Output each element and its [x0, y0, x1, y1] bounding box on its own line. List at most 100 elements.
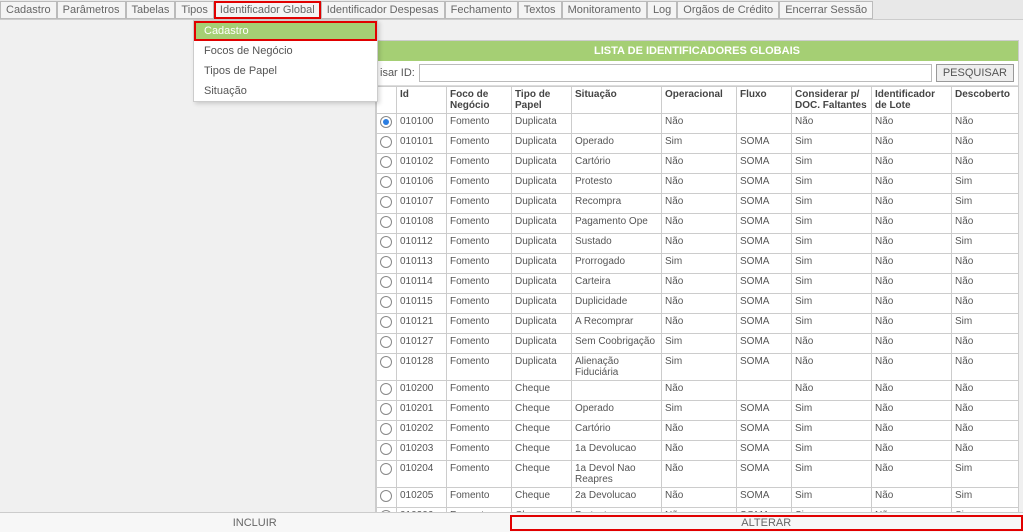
cell: Duplicata: [512, 354, 572, 381]
tab-encerrar-sess-o[interactable]: Encerrar Sessão: [779, 1, 873, 19]
search-button[interactable]: PESQUISAR: [936, 64, 1014, 82]
search-input[interactable]: [419, 64, 932, 82]
cell: 1a Devol Nao Reapres: [572, 461, 662, 488]
cell: Sim: [792, 421, 872, 441]
incluir-button[interactable]: INCLUIR: [0, 517, 510, 529]
cell: SOMA: [737, 194, 792, 214]
cell: Não: [662, 214, 737, 234]
tab-tipos[interactable]: Tipos: [175, 1, 214, 19]
tab-log[interactable]: Log: [647, 1, 677, 19]
cell: Sim: [792, 254, 872, 274]
cell: Sustado: [572, 234, 662, 254]
cell: 010106: [397, 174, 447, 194]
cell: Duplicata: [512, 294, 572, 314]
row-select-radio[interactable]: [380, 316, 392, 328]
col-header: Foco de Negócio: [447, 87, 512, 114]
tab-org-os-de-cr-dito[interactable]: Orgãos de Crédito: [677, 1, 779, 19]
cell: Não: [952, 254, 1019, 274]
cell: Sim: [792, 461, 872, 488]
cell: 010128: [397, 354, 447, 381]
cell: Sim: [662, 334, 737, 354]
cell: 010113: [397, 254, 447, 274]
tab-par-metros[interactable]: Parâmetros: [57, 1, 126, 19]
row-select-radio[interactable]: [380, 423, 392, 435]
row-select-radio[interactable]: [380, 116, 392, 128]
row-select-radio[interactable]: [380, 336, 392, 348]
cell: Cartório: [572, 421, 662, 441]
grid-scroll[interactable]: IdFoco de NegócioTipo de PapelSituaçãoOp…: [376, 86, 1018, 526]
cell: Não: [662, 154, 737, 174]
table-row: 010112FomentoDuplicataSustadoNãoSOMASimN…: [377, 234, 1019, 254]
cell: Não: [872, 314, 952, 334]
col-header: Tipo de Papel: [512, 87, 572, 114]
cell: Não: [662, 274, 737, 294]
list-panel: LISTA DE IDENTIFICADORES GLOBAIS isar ID…: [375, 40, 1019, 527]
cell: Sim: [792, 274, 872, 294]
row-select-radio[interactable]: [380, 256, 392, 268]
tab-monitoramento[interactable]: Monitoramento: [562, 1, 647, 19]
menu-item-focos-de-neg-cio[interactable]: Focos de Negócio: [194, 41, 377, 61]
cell: SOMA: [737, 314, 792, 334]
cell: SOMA: [737, 234, 792, 254]
row-select-radio[interactable]: [380, 276, 392, 288]
cell: Não: [792, 381, 872, 401]
row-select-radio[interactable]: [380, 463, 392, 475]
tab-identificador-global[interactable]: Identificador Global: [214, 1, 321, 19]
cell: Duplicata: [512, 214, 572, 234]
cell: Não: [952, 134, 1019, 154]
cell: SOMA: [737, 488, 792, 508]
cell: Não: [952, 421, 1019, 441]
tab-identificador-despesas[interactable]: Identificador Despesas: [321, 1, 445, 19]
cell: Não: [662, 114, 737, 134]
cell: Fomento: [447, 334, 512, 354]
tab-fechamento[interactable]: Fechamento: [445, 1, 518, 19]
cell: Fomento: [447, 294, 512, 314]
row-select-radio[interactable]: [380, 356, 392, 368]
cell: Fomento: [447, 381, 512, 401]
cell: 010204: [397, 461, 447, 488]
row-select-radio[interactable]: [380, 443, 392, 455]
cell: 010200: [397, 381, 447, 401]
table-row: 010114FomentoDuplicataCarteiraNãoSOMASim…: [377, 274, 1019, 294]
cell: Fomento: [447, 214, 512, 234]
cell: 010100: [397, 114, 447, 134]
cell: Não: [952, 381, 1019, 401]
cell: Fomento: [447, 174, 512, 194]
cell: [737, 114, 792, 134]
cell: Não: [662, 421, 737, 441]
table-row: 010201FomentoChequeOperadoSimSOMASimNãoN…: [377, 401, 1019, 421]
menu-item-tipos-de-papel[interactable]: Tipos de Papel: [194, 61, 377, 81]
row-select-radio[interactable]: [380, 296, 392, 308]
col-header: Considerar p/ DOC. Faltantes: [792, 87, 872, 114]
cell: Sim: [662, 254, 737, 274]
menu-item-cadastro[interactable]: Cadastro: [194, 21, 377, 41]
cell: Sem Coobrigação: [572, 334, 662, 354]
cell: 010102: [397, 154, 447, 174]
row-select-radio[interactable]: [380, 196, 392, 208]
row-select-radio[interactable]: [380, 216, 392, 228]
cell: Sim: [792, 441, 872, 461]
col-header: Situação: [572, 87, 662, 114]
row-select-radio[interactable]: [380, 176, 392, 188]
row-select-radio[interactable]: [380, 136, 392, 148]
cell: Duplicidade: [572, 294, 662, 314]
tab-textos[interactable]: Textos: [518, 1, 562, 19]
row-select-radio[interactable]: [380, 383, 392, 395]
tab-tabelas[interactable]: Tabelas: [126, 1, 176, 19]
row-select-radio[interactable]: [380, 236, 392, 248]
row-select-radio[interactable]: [380, 490, 392, 502]
cell: 1a Devolucao: [572, 441, 662, 461]
cell: Cheque: [512, 441, 572, 461]
table-row: 010205FomentoCheque2a DevolucaoNãoSOMASi…: [377, 488, 1019, 508]
cell: Não: [952, 154, 1019, 174]
menu-item-situa-o[interactable]: Situação: [194, 81, 377, 101]
row-select-radio[interactable]: [380, 156, 392, 168]
tab-cadastro[interactable]: Cadastro: [0, 1, 57, 19]
cell: Não: [952, 334, 1019, 354]
cell: Fomento: [447, 234, 512, 254]
cell: Não: [952, 441, 1019, 461]
cell: 010127: [397, 334, 447, 354]
row-select-radio[interactable]: [380, 403, 392, 415]
cell: Operado: [572, 401, 662, 421]
alterar-button[interactable]: ALTERAR: [510, 515, 1023, 531]
